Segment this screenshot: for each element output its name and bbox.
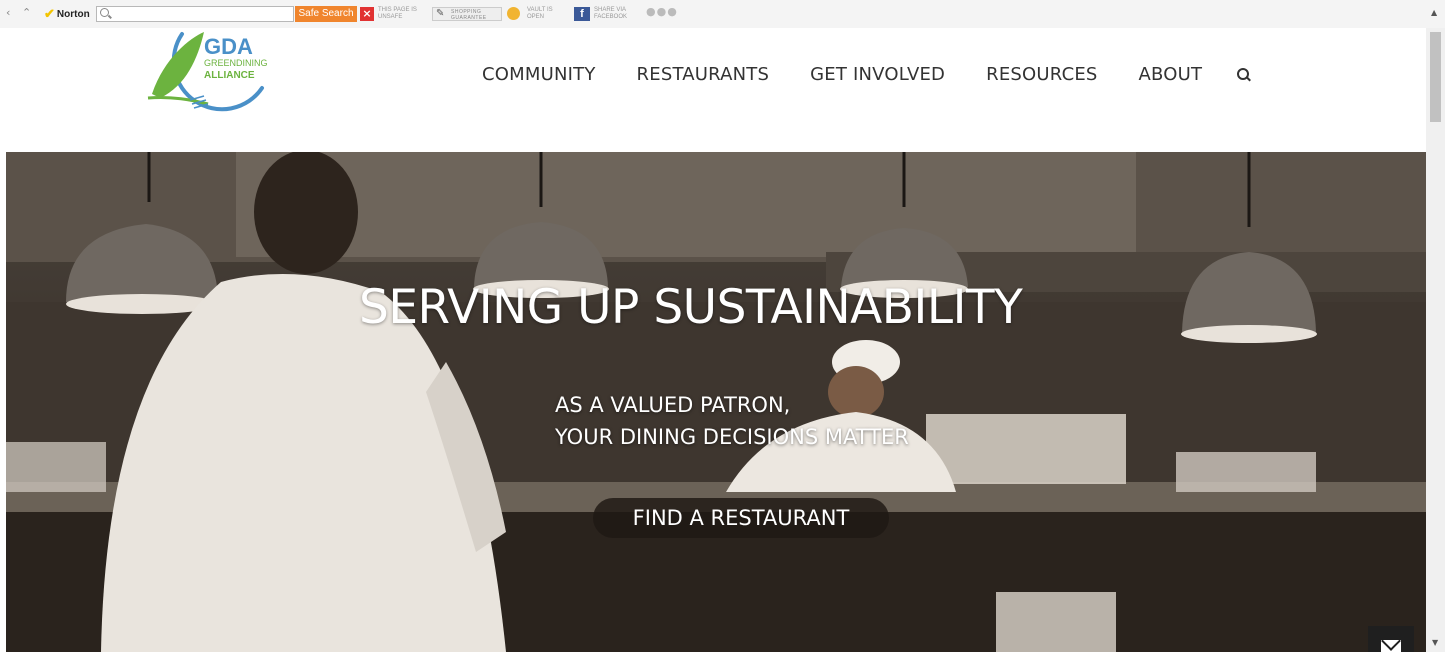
norton-logo[interactable]: ✔ Norton [44,6,90,22]
scroll-down-arrow-icon[interactable]: ▼ [1432,638,1438,647]
safe-search-button[interactable]: Safe Search [295,6,357,22]
nav-community[interactable]: COMMUNITY [482,64,596,85]
hero-title: SERVING UP SUSTAINABILITY [359,280,1023,335]
nav-restaurants[interactable]: RESTAURANTS [637,64,770,85]
hero-subtitle: AS A VALUED PATRON, YOUR DINING DECISION… [555,389,909,453]
norton-brand-label: Norton [56,8,90,20]
svg-text:ALLIANCE: ALLIANCE [204,70,255,81]
gda-logo[interactable]: GDA GREENDINING ALLIANCE [142,28,272,128]
svg-text:GREENDINING: GREENDINING [204,58,268,68]
search-icon[interactable] [1236,67,1252,83]
mail-button[interactable] [1368,626,1414,652]
scrollbar-thumb[interactable] [1430,32,1441,122]
nav-get-involved[interactable]: GET INVOLVED [810,64,945,85]
share-facebook-label[interactable]: SHARE VIA FACEBOOK [594,7,640,21]
shopping-guarantee-badge[interactable]: ✎ SHOPPING GUARANTEE [432,7,502,21]
up-icon[interactable]: ⌃ [22,6,31,19]
facebook-icon[interactable]: f [574,7,590,21]
norton-check-icon: ✔ [44,6,55,21]
hero-subtitle-line-1: AS A VALUED PATRON, [555,393,791,417]
back-icon[interactable]: ‹ [6,6,10,19]
find-restaurant-button[interactable]: FIND A RESTAURANT [593,498,889,538]
pen-icon: ✎ [436,8,445,19]
toolbar-search-input[interactable] [96,6,294,22]
svg-text:GDA: GDA [204,34,253,59]
vault-status-label[interactable]: VAULT IS OPEN [527,7,567,21]
scroll-up-arrow-icon[interactable]: ▲ [1431,8,1437,17]
page-status-label[interactable]: THIS PAGE IS UNSAFE [378,7,426,21]
page-scrollbar[interactable]: ▼ [1426,28,1445,652]
logo-emblem-icon: GDA GREENDINING ALLIANCE [147,32,268,112]
hero-subtitle-line-2: YOUR DINING DECISIONS MATTER [555,425,909,449]
envelope-icon [1381,640,1401,652]
hero-banner: SERVING UP SUSTAINABILITY AS A VALUED PA… [6,152,1426,652]
nav-about[interactable]: ABOUT [1139,64,1203,85]
shopping-guarantee-label: SHOPPING GUARANTEE [451,9,487,21]
more-icon[interactable]: ●●● [646,5,678,18]
vault-icon[interactable] [507,7,520,20]
search-icon [100,8,109,17]
main-nav: COMMUNITY RESTAURANTS GET INVOLVED RESOU… [482,64,1252,85]
site-header: GDA GREENDINING ALLIANCE COMMUNITY RESTA… [0,28,1426,152]
nav-resources[interactable]: RESOURCES [986,64,1097,85]
search-icon-handle [1246,76,1252,81]
unsafe-x-icon[interactable]: × [360,7,374,21]
norton-toolbar: ‹ ⌃ ✔ Norton Safe Search × THIS PAGE IS … [0,0,1445,29]
